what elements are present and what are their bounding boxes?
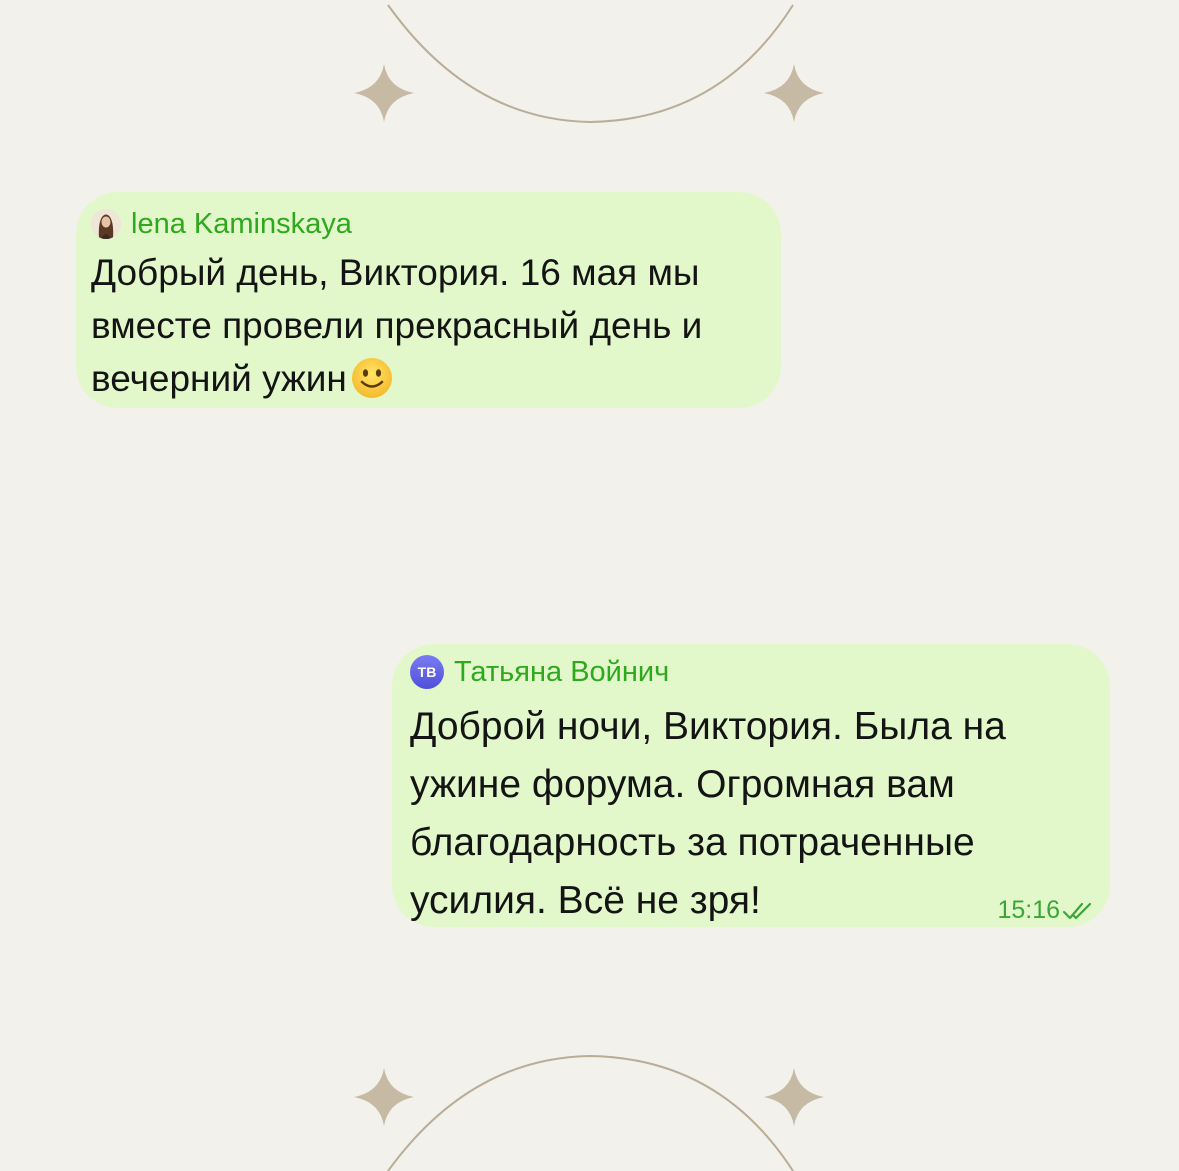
message-sender[interactable]: ТВ Татьяна Войнич <box>410 650 1090 694</box>
message-bubble[interactable]: lena Kaminskaya Добрый день, Виктория. 1… <box>76 192 781 408</box>
message-time: 15:16 <box>997 896 1060 924</box>
message-text-content: Добрый день, Виктория. 16 мая мы вместе … <box>91 252 703 399</box>
woman-photo-avatar[interactable] <box>91 209 121 239</box>
slightly-smiling-face-emoji <box>351 357 393 399</box>
initials-avatar[interactable]: ТВ <box>410 655 444 689</box>
sparkle-star-icon <box>354 64 414 122</box>
sender-name: Татьяна Войнич <box>454 655 670 688</box>
double-check-icon <box>1062 902 1092 919</box>
sparkle-star-icon <box>764 64 824 122</box>
message-meta: 15:16 <box>997 896 1096 925</box>
sender-name: lena Kaminskaya <box>131 207 352 240</box>
message-text: Добрый день, Виктория. 16 мая мы вместе … <box>91 246 771 405</box>
background-decoration <box>354 4 824 1171</box>
top-arc-line <box>387 4 794 124</box>
sparkle-star-icon <box>764 1068 824 1126</box>
sparkle-star-icon <box>354 1068 414 1126</box>
bottom-arc-line <box>387 1054 794 1171</box>
message-bubble[interactable]: ТВ Татьяна Войнич Доброй ночи, Виктория.… <box>392 644 1110 927</box>
message-sender[interactable]: lena Kaminskaya <box>91 202 761 246</box>
